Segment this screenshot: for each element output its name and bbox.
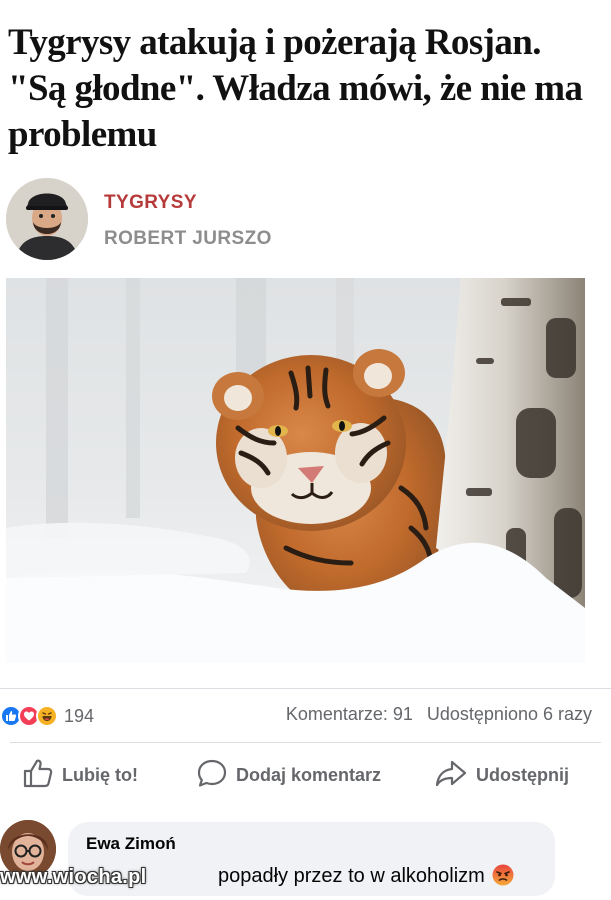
share-arrow-icon	[434, 758, 468, 793]
haha-reaction-icon	[36, 705, 58, 727]
share-button[interactable]: Udostępnij	[434, 758, 569, 792]
article-category[interactable]: TYGRYSY	[104, 192, 197, 214]
share-button-label: Udostępnij	[476, 764, 569, 785]
author-avatar[interactable]	[6, 178, 88, 260]
article-author-block: TYGRYSY ROBERT JURSZO	[6, 178, 606, 264]
comment-text-visible: popadły przez to w alkoholizm	[218, 865, 485, 887]
site-watermark: www.wiocha.pl	[0, 866, 147, 888]
divider	[0, 688, 611, 689]
angry-face-icon	[492, 864, 514, 886]
comments-count-link[interactable]: Komentarze: 91	[286, 704, 413, 725]
article-headline[interactable]: Tygrysy atakują i pożerają Rosjan. "Są g…	[8, 20, 603, 158]
comment-author[interactable]: Ewa Zimoń	[86, 834, 176, 854]
comment-bubble-icon	[196, 758, 228, 793]
post-actions-bar: Lubię to! Dodaj komentarz Udostępnij	[0, 758, 611, 792]
tiger-photo-icon	[6, 278, 585, 663]
shares-count-link[interactable]: Udostępniono 6 razy	[427, 704, 592, 725]
post-stats: Komentarze: 91 Udostępniono 6 razy	[286, 704, 592, 725]
like-button-label: Lubię to!	[62, 764, 138, 785]
divider	[10, 742, 601, 743]
thumbs-up-icon	[22, 758, 54, 793]
comment-button[interactable]: Dodaj komentarz	[196, 758, 381, 792]
article-author-name[interactable]: ROBERT JURSZO	[104, 228, 272, 250]
reaction-count: 194	[64, 705, 95, 726]
comment-button-label: Dodaj komentarz	[236, 764, 382, 785]
comment-text: popadły przez to w alkoholizm	[218, 864, 514, 888]
reactions-summary[interactable]: 194	[0, 702, 94, 730]
like-button[interactable]: Lubię to!	[22, 758, 138, 792]
article-image[interactable]	[6, 278, 585, 663]
